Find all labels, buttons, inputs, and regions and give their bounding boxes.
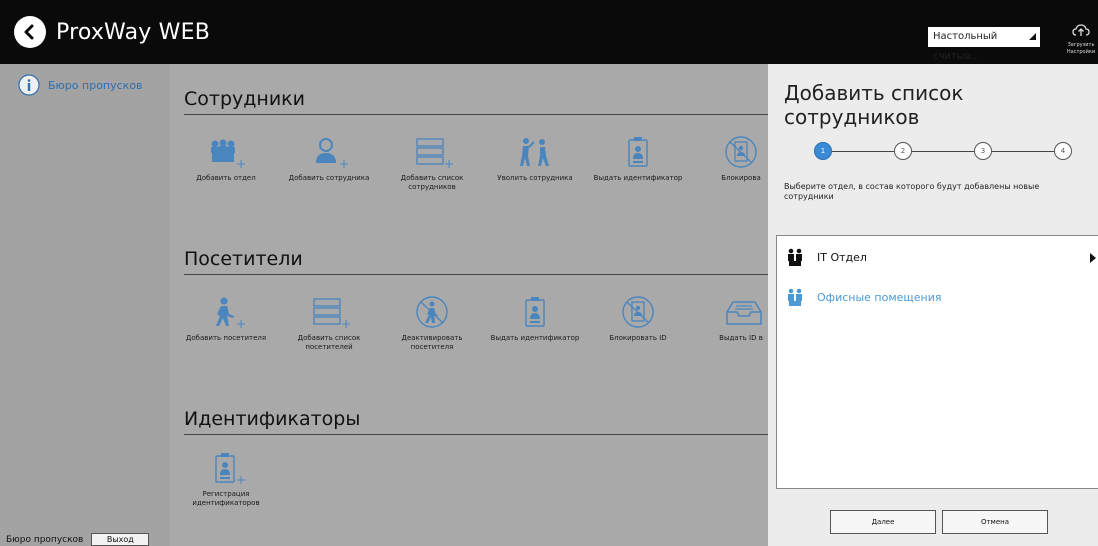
- tile-label: Выдать ID в: [719, 334, 763, 342]
- steps-line: [832, 151, 1056, 152]
- info-icon: [18, 74, 40, 96]
- tile-label: Выдать идентификатор: [593, 174, 683, 182]
- sidebar: Бюро пропусков Бюро пропусков Выход: [0, 64, 170, 546]
- block-id-icon: [725, 136, 757, 168]
- step-1: 1: [814, 142, 832, 160]
- tile-label: Добавить список сотрудников: [400, 174, 464, 191]
- add-employee-icon: [316, 138, 348, 168]
- department-list: IT Отдел Офисные помещения: [776, 235, 1098, 489]
- block-id-icon: [622, 296, 654, 328]
- section-divider: [184, 434, 768, 435]
- cancel-button[interactable]: Отмена: [942, 510, 1048, 534]
- tile-add-department[interactable]: Добавить отдел: [181, 136, 271, 183]
- tile-label: Добавить список посетителей: [297, 334, 361, 351]
- issue-id-icon: [628, 137, 648, 167]
- wizard-steps: 1 2 3 4: [814, 142, 1074, 162]
- tile-label: Блокировать ID: [609, 334, 667, 342]
- top-bar: ProxWay WEB Настольный считыв... Загрузи…: [0, 0, 1098, 64]
- cloud-label-1: Загрузить: [1067, 42, 1095, 48]
- tile-add-employee[interactable]: Добавить сотрудника: [284, 136, 374, 183]
- tile-add-employee-list[interactable]: Добавить список сотрудников: [387, 136, 477, 192]
- dropdown-arrow-icon: [1029, 33, 1036, 40]
- section-title-visitors: Посетители: [184, 248, 303, 270]
- add-department-icon: [211, 139, 245, 168]
- exit-button[interactable]: Выход: [91, 533, 150, 546]
- add-visitor-icon: [216, 297, 245, 328]
- section-title-identifiers: Идентификаторы: [184, 408, 361, 430]
- reader-select[interactable]: Настольный считыв...: [928, 27, 1040, 62]
- dismiss-employee-icon: [520, 138, 549, 166]
- sidebar-footer: Бюро пропусков Выход: [6, 533, 150, 546]
- tile-block-id-employee[interactable]: Блокирова: [696, 136, 768, 183]
- app-title: ProxWay WEB: [56, 19, 211, 45]
- panel-title: Добавить список сотрудников: [784, 81, 964, 129]
- department-item-it[interactable]: IT Отдел: [787, 248, 867, 266]
- expand-arrow-icon[interactable]: [1090, 253, 1096, 263]
- tile-issue-id-employee[interactable]: Выдать идентификатор: [593, 136, 683, 183]
- add-visitor-list-icon: [313, 298, 350, 328]
- tile-deactivate-visitor[interactable]: Деактивировать посетителя: [387, 296, 477, 352]
- app-logo[interactable]: ProxWay WEB: [14, 16, 210, 48]
- tile-register-identifiers[interactable]: Регистрация идентификаторов: [181, 452, 271, 508]
- next-button[interactable]: Далее: [830, 510, 936, 534]
- tile-label: Выдать идентификатор: [490, 334, 580, 342]
- back-icon[interactable]: [14, 16, 46, 48]
- panel-description: Выберите отдел, в состав которого будут …: [784, 182, 1040, 201]
- department-item-offices[interactable]: Офисные помещения: [787, 288, 941, 306]
- department-black-icon: [788, 248, 802, 266]
- tile-label: Добавить сотрудника: [288, 174, 370, 182]
- main-area: Сотрудники Добавить отдел Добавить сотру…: [170, 64, 768, 546]
- section-title-employees: Сотрудники: [184, 88, 305, 110]
- tile-add-visitor-list[interactable]: Добавить список посетителей: [284, 296, 374, 352]
- issue-id-icon: [525, 297, 545, 327]
- cloud-label-2: Настройки: [1066, 49, 1096, 55]
- tile-issue-id-visitor[interactable]: Выдать идентификатор: [490, 296, 580, 343]
- tile-label: Регистрация идентификаторов: [192, 490, 260, 507]
- cloud-upload-icon: [1072, 24, 1090, 36]
- tile-dismiss-employee[interactable]: Уволить сотрудника: [490, 136, 580, 183]
- section-divider: [184, 274, 768, 275]
- department-blue-icon: [788, 288, 802, 306]
- add-employee-list-icon: [416, 138, 453, 168]
- sidebar-item-pass-office[interactable]: Бюро пропусков: [18, 74, 143, 96]
- register-id-icon: [215, 453, 245, 484]
- step-2: 2: [894, 142, 912, 160]
- step-3: 3: [974, 142, 992, 160]
- step-4: 4: [1054, 142, 1072, 160]
- cloud-upload-button[interactable]: Загрузить Настройки: [1064, 22, 1098, 62]
- add-employee-list-panel: Добавить список сотрудников 1 2 3 4 Выбе…: [768, 64, 1098, 546]
- sidebar-item-label: Бюро пропусков: [48, 78, 143, 92]
- section-divider: [184, 114, 768, 115]
- tile-label: Деактивировать посетителя: [401, 334, 463, 351]
- tile-label: Блокирова: [721, 174, 761, 182]
- deactivate-visitor-icon: [416, 296, 448, 328]
- tray-icon: [726, 301, 762, 325]
- department-name: IT Отдел: [817, 250, 867, 264]
- reader-select-value: Настольный считыв...: [933, 31, 998, 62]
- tile-add-visitor[interactable]: Добавить посетителя: [181, 296, 271, 343]
- tile-label: Добавить отдел: [196, 174, 256, 182]
- tile-label: Добавить посетителя: [185, 334, 267, 342]
- tile-block-id-visitor[interactable]: Блокировать ID: [593, 296, 683, 343]
- tile-label: Уволить сотрудника: [497, 174, 573, 182]
- tile-issue-id-tray[interactable]: Выдать ID в: [696, 296, 768, 343]
- current-module-label: Бюро пропусков: [6, 534, 84, 545]
- department-name: Офисные помещения: [817, 290, 942, 304]
